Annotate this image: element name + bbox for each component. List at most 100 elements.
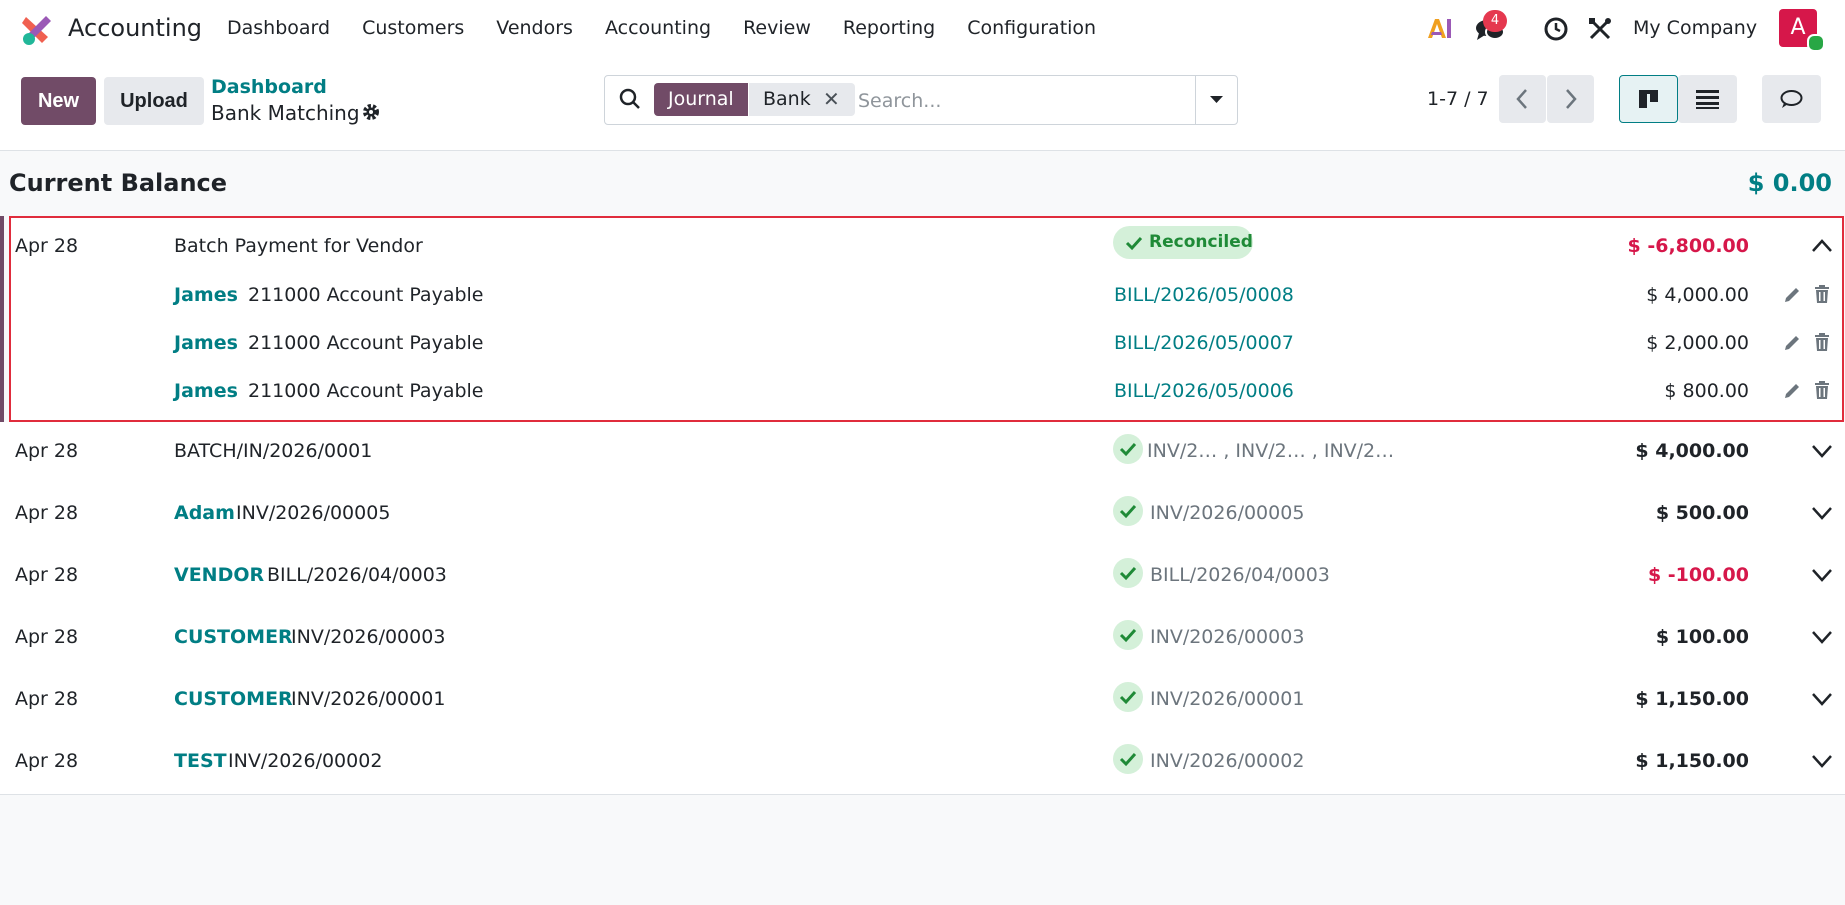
pencil-icon[interactable] bbox=[1782, 381, 1802, 401]
row-date: Apr 28 bbox=[15, 626, 79, 648]
breadcrumb-dashboard[interactable]: Dashboard bbox=[211, 76, 327, 98]
row-matched-entries[interactable]: INV/2… , INV/2… , INV/2… bbox=[1147, 440, 1394, 462]
menu-configuration[interactable]: Configuration bbox=[967, 17, 1096, 39]
pager-next-button[interactable] bbox=[1547, 75, 1594, 123]
line-reference-link[interactable]: BILL/2026/05/0008 bbox=[1114, 284, 1294, 306]
menu-review[interactable]: Review bbox=[743, 17, 811, 39]
chevron-down-icon[interactable] bbox=[1810, 628, 1834, 646]
trash-icon[interactable] bbox=[1813, 380, 1831, 400]
line-partner[interactable]: James bbox=[174, 380, 238, 402]
status-badge: Reconciled bbox=[1113, 226, 1253, 259]
check-icon bbox=[1119, 566, 1137, 581]
chevron-left-icon bbox=[1516, 89, 1527, 109]
check-icon bbox=[1125, 236, 1143, 251]
expanded-date: Apr 28 bbox=[15, 235, 79, 257]
chat-badge: 4 bbox=[1483, 10, 1507, 32]
menu-dashboard[interactable]: Dashboard bbox=[227, 17, 330, 39]
row-matched-entries[interactable]: INV/2026/00003 bbox=[1150, 626, 1304, 648]
chevron-down-icon[interactable] bbox=[1810, 504, 1834, 522]
row-date: Apr 28 bbox=[15, 750, 79, 772]
row-amount: $ -100.00 bbox=[1647, 564, 1749, 586]
row-partner[interactable]: VENDOR bbox=[174, 564, 264, 586]
line-amount: $ 4,000.00 bbox=[1646, 284, 1749, 306]
tools-icon[interactable] bbox=[1587, 16, 1613, 42]
chevron-up-icon[interactable] bbox=[1810, 236, 1834, 254]
row-label: INV/2026/00001 bbox=[291, 688, 446, 710]
row-label: INV/2026/00002 bbox=[228, 750, 383, 772]
check-icon bbox=[1119, 628, 1137, 643]
row-date: Apr 28 bbox=[15, 440, 79, 462]
reconciled-icon bbox=[1113, 744, 1143, 774]
row-matched-entries[interactable]: BILL/2026/04/0003 bbox=[1150, 564, 1330, 586]
line-reference-link[interactable]: BILL/2026/05/0007 bbox=[1114, 332, 1294, 354]
new-button[interactable]: New bbox=[21, 77, 96, 125]
line-partner[interactable]: James bbox=[174, 332, 238, 354]
control-panel: New Upload Dashboard Bank Matching Journ… bbox=[0, 58, 1845, 151]
chevron-down-icon[interactable] bbox=[1810, 752, 1834, 770]
check-icon bbox=[1119, 752, 1137, 767]
line-amount: $ 800.00 bbox=[1664, 380, 1749, 402]
chevron-down-icon[interactable] bbox=[1810, 442, 1834, 460]
row-label: BATCH/IN/2026/0001 bbox=[174, 440, 373, 462]
list-view-icon bbox=[1696, 90, 1719, 109]
reconciled-icon bbox=[1113, 620, 1143, 650]
gear-icon[interactable] bbox=[361, 102, 381, 122]
page-title: Bank Matching bbox=[211, 101, 360, 125]
balance-label: Current Balance bbox=[9, 169, 228, 197]
pager-previous-button[interactable] bbox=[1499, 75, 1546, 123]
status-badge-label: Reconciled bbox=[1149, 232, 1253, 252]
row-label: BILL/2026/04/0003 bbox=[267, 564, 447, 586]
row-amount: $ 1,150.00 bbox=[1635, 688, 1749, 710]
pager-value[interactable]: 1-7 / 7 bbox=[1427, 88, 1489, 110]
check-icon bbox=[1119, 504, 1137, 519]
pencil-icon[interactable] bbox=[1782, 285, 1802, 305]
main-menu: Dashboard Customers Vendors Accounting R… bbox=[227, 17, 1128, 39]
row-label: INV/2026/00005 bbox=[236, 502, 391, 524]
online-status-dot bbox=[1807, 34, 1825, 52]
search-icon[interactable] bbox=[619, 88, 641, 110]
chevron-down-icon[interactable] bbox=[1810, 690, 1834, 708]
company-switcher[interactable]: My Company bbox=[1633, 17, 1757, 39]
search-input[interactable] bbox=[856, 84, 1190, 118]
reconciled-icon bbox=[1113, 558, 1143, 588]
menu-accounting[interactable]: Accounting bbox=[605, 17, 711, 39]
reconciled-icon bbox=[1113, 434, 1143, 464]
row-date: Apr 28 bbox=[15, 564, 79, 586]
row-matched-entries[interactable]: INV/2026/00005 bbox=[1150, 502, 1304, 524]
row-matched-entries[interactable]: INV/2026/00001 bbox=[1150, 688, 1304, 710]
row-label: INV/2026/00003 bbox=[291, 626, 446, 648]
menu-reporting[interactable]: Reporting bbox=[843, 17, 935, 39]
trash-icon[interactable] bbox=[1813, 332, 1831, 352]
pencil-icon[interactable] bbox=[1782, 333, 1802, 353]
app-logo-icon[interactable] bbox=[20, 13, 54, 47]
row-partner[interactable]: Adam bbox=[174, 502, 235, 524]
line-amount: $ 2,000.00 bbox=[1646, 332, 1749, 354]
row-partner[interactable]: TEST bbox=[174, 750, 227, 772]
clock-icon[interactable] bbox=[1543, 16, 1569, 42]
app-name[interactable]: Accounting bbox=[68, 14, 202, 42]
menu-vendors[interactable]: Vendors bbox=[496, 17, 573, 39]
search-bar: Journal Bank ✕ bbox=[604, 75, 1238, 125]
chevron-down-icon[interactable] bbox=[1810, 566, 1834, 584]
check-icon bbox=[1119, 442, 1137, 457]
row-partner[interactable]: CUSTOMER bbox=[174, 626, 293, 648]
line-account: 211000 Account Payable bbox=[248, 380, 484, 402]
upload-button[interactable]: Upload bbox=[104, 77, 204, 125]
line-reference-link[interactable]: BILL/2026/05/0006 bbox=[1114, 380, 1294, 402]
line-partner[interactable]: James bbox=[174, 284, 238, 306]
row-partner[interactable]: CUSTOMER bbox=[174, 688, 293, 710]
kanban-view-button[interactable] bbox=[1619, 75, 1678, 123]
line-account: 211000 Account Payable bbox=[248, 332, 484, 354]
row-date: Apr 28 bbox=[15, 502, 79, 524]
remove-facet-icon[interactable]: ✕ bbox=[823, 83, 840, 116]
list-view-button[interactable] bbox=[1678, 75, 1737, 123]
ai-icon[interactable] bbox=[1426, 16, 1452, 40]
menu-customers[interactable]: Customers bbox=[362, 17, 464, 39]
chatter-toggle-button[interactable] bbox=[1762, 75, 1821, 123]
trash-icon[interactable] bbox=[1813, 284, 1831, 304]
row-matched-entries[interactable]: INV/2026/00002 bbox=[1150, 750, 1304, 772]
top-navbar: Accounting Dashboard Customers Vendors A… bbox=[0, 0, 1845, 58]
search-options-toggle[interactable] bbox=[1195, 75, 1237, 125]
selected-indicator bbox=[0, 216, 4, 422]
comments-icon bbox=[1780, 90, 1803, 108]
